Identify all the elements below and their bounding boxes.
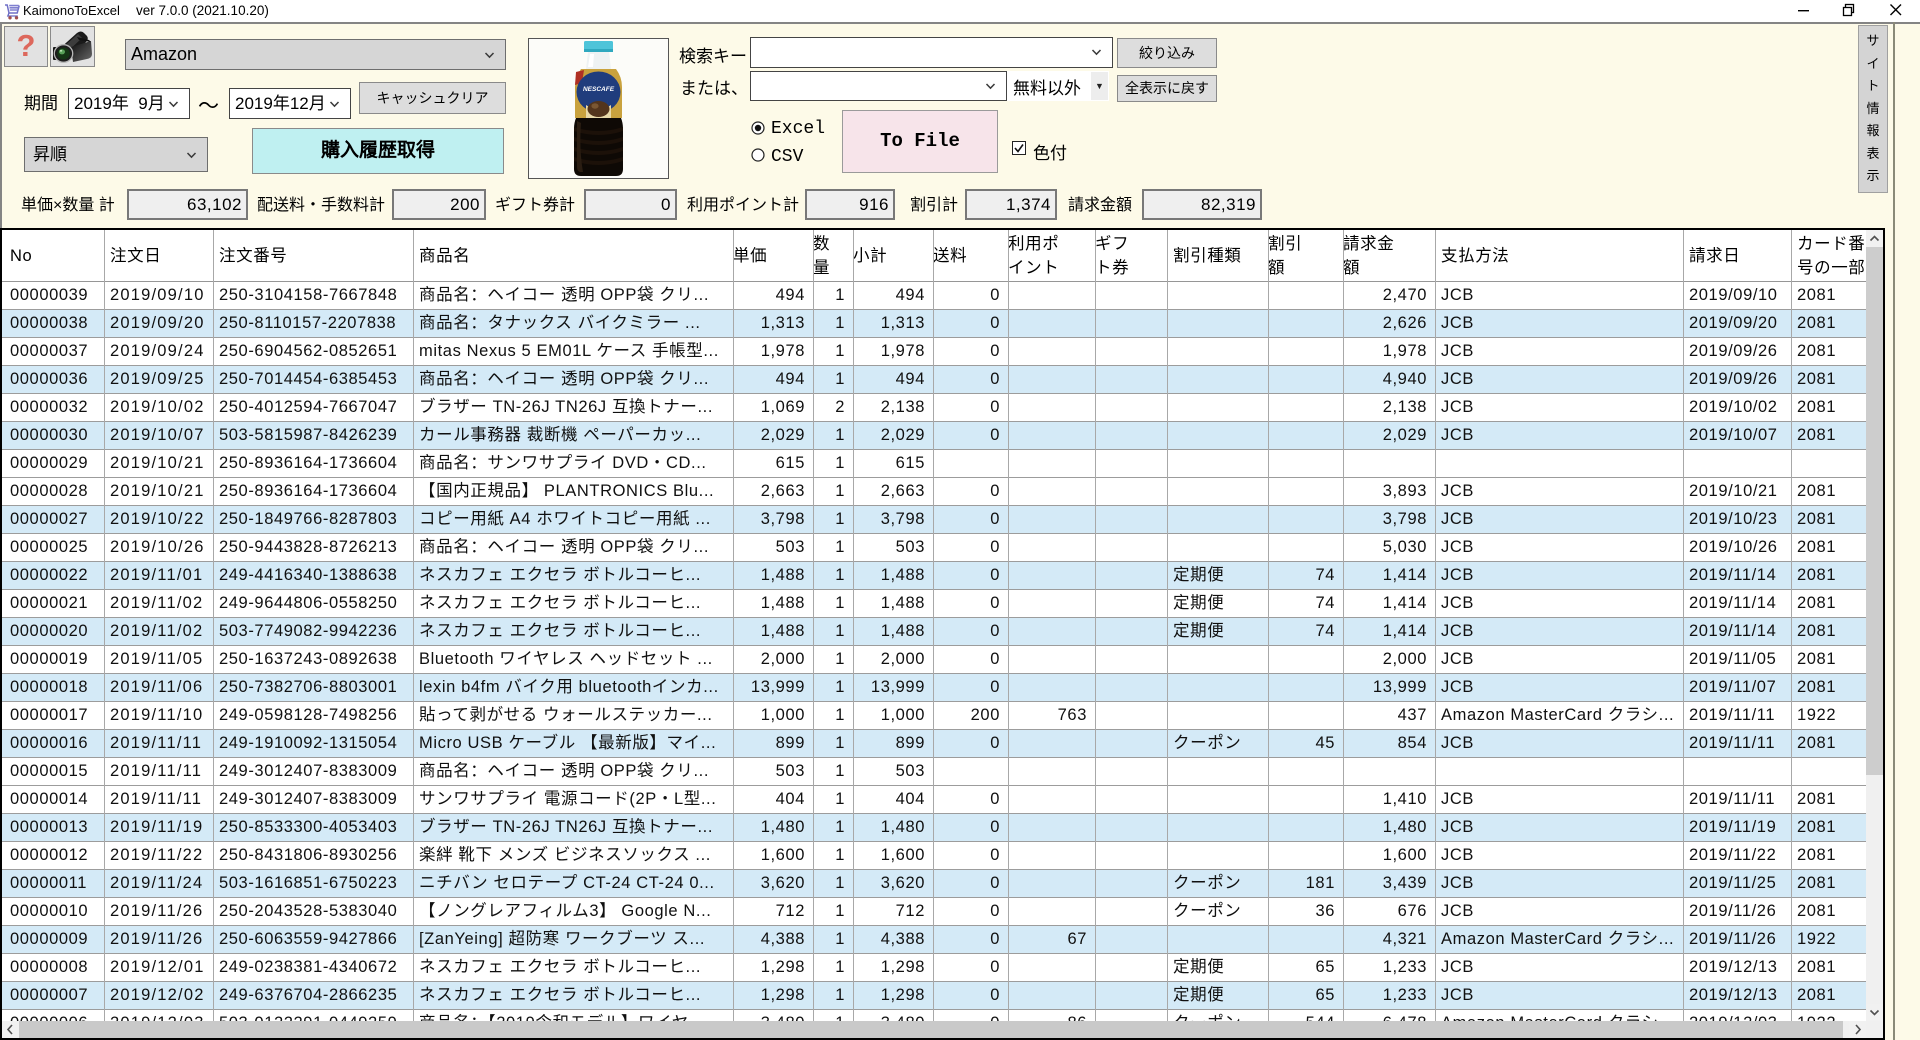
svg-text:NESCAFE: NESCAFE <box>583 86 615 93</box>
